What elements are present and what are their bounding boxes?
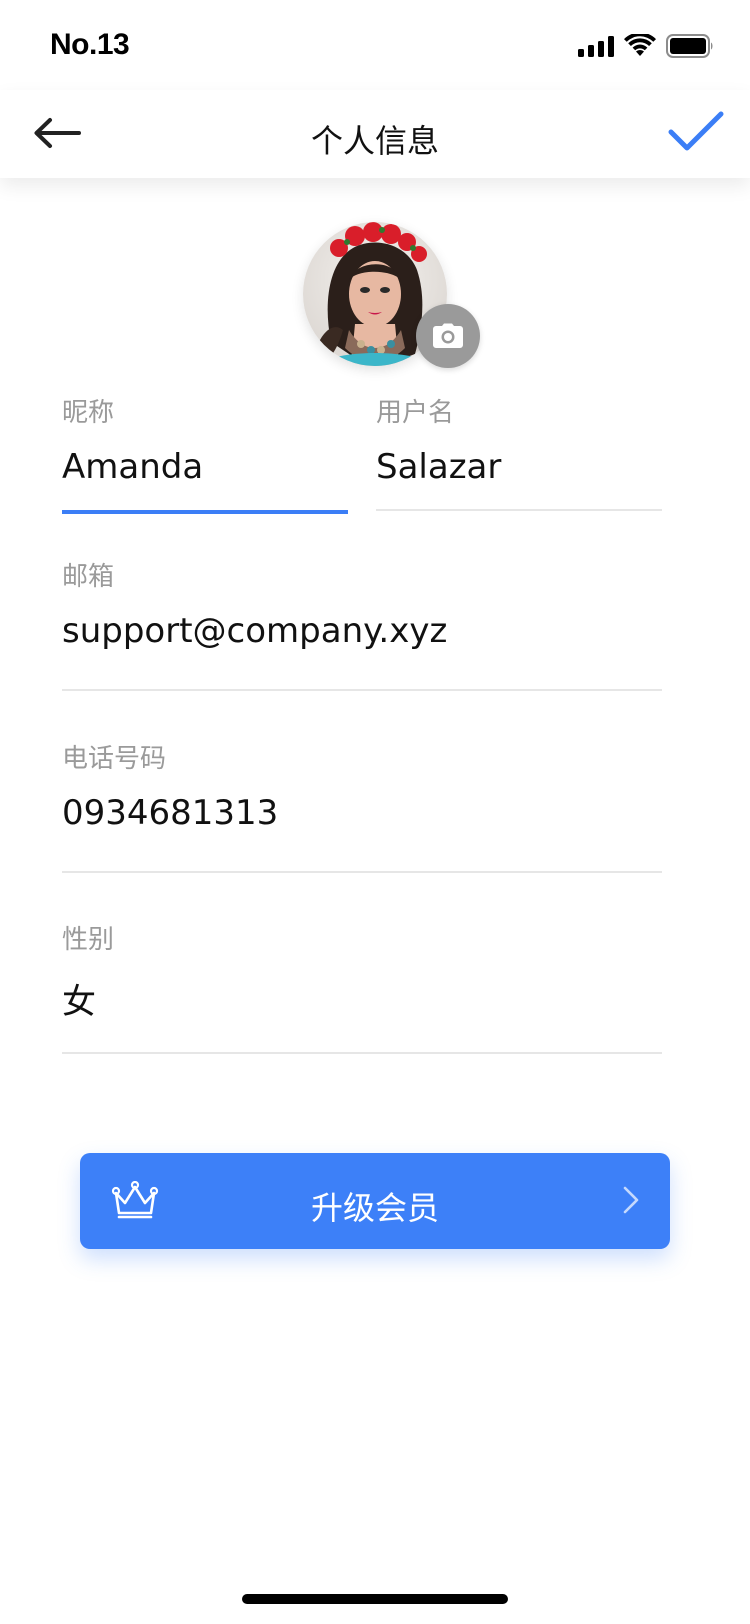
username-field[interactable]: 用户名 Salazar [376, 392, 662, 514]
upgrade-label: 升级会员 [310, 1189, 439, 1227]
checkmark-icon [668, 111, 724, 151]
confirm-button[interactable] [664, 104, 728, 160]
email-field[interactable]: 邮箱 support@company.xyz [62, 556, 662, 696]
gender-underline [62, 1052, 662, 1054]
wifi-icon [624, 34, 656, 56]
battery-icon [666, 34, 713, 58]
gender-field[interactable]: 性别 女 [62, 919, 662, 1059]
email-label: 邮箱 [62, 562, 115, 592]
cellular-signal-icon [578, 35, 614, 57]
phone-label: 电话号码 [62, 744, 167, 774]
nickname-input[interactable]: Amanda [62, 447, 348, 487]
avatar-section [303, 222, 480, 368]
username-label: 用户名 [376, 398, 455, 428]
nickname-underline-active [62, 510, 348, 514]
gender-select[interactable]: 女 [62, 974, 662, 1023]
gender-label: 性别 [62, 925, 115, 955]
carrier-label: No.13 [50, 28, 130, 61]
phone-field[interactable]: 电话号码 0934681313 [62, 738, 662, 878]
status-icons [578, 34, 714, 58]
nickname-field[interactable]: 昵称 Amanda [62, 392, 348, 514]
status-bar: No.13 [0, 0, 750, 90]
camera-icon [433, 323, 463, 348]
email-input[interactable]: support@company.xyz [62, 611, 662, 651]
email-underline [62, 689, 662, 691]
username-underline [376, 509, 662, 511]
change-photo-button[interactable] [416, 304, 480, 368]
phone-underline [62, 871, 662, 873]
nav-bar: 个人信息 [0, 90, 750, 178]
page-title: 个人信息 [310, 122, 439, 160]
phone-input[interactable]: 0934681313 [62, 793, 662, 833]
chevron-right-icon [623, 1186, 639, 1214]
nickname-label: 昵称 [62, 398, 115, 428]
home-indicator[interactable] [242, 1594, 508, 1604]
upgrade-membership-button[interactable]: 升级会员 [80, 1153, 670, 1249]
username-input[interactable]: Salazar [376, 447, 662, 487]
